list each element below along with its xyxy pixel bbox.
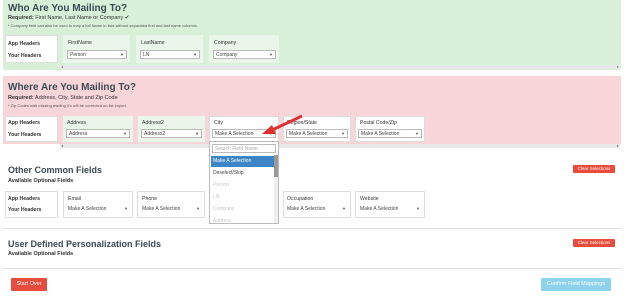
your-header-select-lastname[interactable]: LN ▼	[140, 50, 200, 59]
caret-down-icon: ▼	[415, 131, 419, 136]
other-fields-title: Other Common Fields	[8, 165, 103, 175]
scroll-right-icon[interactable]: ▸	[617, 64, 619, 69]
select-value: Make A Selection	[68, 206, 107, 212]
dropdown-scroll-thumb[interactable]	[274, 155, 278, 177]
row-label-your-headers: Your Headers	[8, 53, 42, 59]
app-header-city: City	[214, 120, 223, 126]
row-label-app-headers: App Headers	[8, 196, 40, 202]
arrow-shaft	[269, 114, 303, 133]
app-header-phone: Phone	[142, 196, 158, 202]
arrow-head	[262, 125, 276, 134]
app-header-website: Website	[360, 196, 379, 202]
caret-down-icon: ▼	[124, 206, 128, 211]
dropdown-option[interactable]: Address	[211, 216, 231, 223]
your-header-select-phone[interactable]: Make A Selection ▼	[140, 205, 202, 214]
select-value: Make A Selection	[142, 206, 181, 212]
required-label: Required:	[8, 95, 34, 101]
required-label: Required:	[8, 15, 34, 21]
address-scrollbar[interactable]: ◂ ▸	[60, 143, 620, 148]
select-value: Address2	[144, 131, 166, 137]
city-dropdown-menu: Search Field Name Make A Selection Desel…	[209, 141, 279, 224]
user-fields-subtitle: Available Optional Fields	[8, 251, 74, 257]
row-label-app-headers: App Headers	[8, 41, 40, 47]
select-value: Address	[69, 131, 88, 137]
start-over-button[interactable]: Start Over	[11, 278, 47, 291]
caret-down-icon: ▼	[123, 131, 127, 136]
mailing-to-title: Who Are You Mailing To?	[8, 3, 128, 14]
app-header-firstname: FirstName	[68, 40, 92, 46]
your-header-select-company[interactable]: Company ▼	[213, 50, 276, 59]
app-header-email: Email	[68, 196, 81, 202]
select-value: LN	[143, 52, 150, 58]
caret-down-icon: ▼	[342, 206, 346, 211]
caret-down-icon: ▼	[416, 206, 420, 211]
app-header-occupation: Occupation	[287, 196, 314, 202]
app-header-lastname: LastName	[141, 40, 165, 46]
your-header-select-address[interactable]: Address ▼	[66, 129, 130, 138]
your-header-select-occupation[interactable]: Make A Selection ▼	[285, 205, 348, 214]
dropdown-scrollbar[interactable]	[274, 155, 278, 223]
your-header-select-firstname[interactable]: Person ▼	[67, 50, 127, 59]
dropdown-option[interactable]: Company	[211, 204, 234, 215]
app-header-address: Address	[67, 120, 87, 126]
app-header-company: Company	[214, 40, 237, 46]
confirm-field-mappings-button[interactable]: Confirm Field Mappings	[541, 278, 611, 291]
caret-down-icon: ▼	[120, 52, 124, 57]
caret-down-icon: ▼	[193, 52, 197, 57]
footer-divider	[3, 268, 621, 269]
select-value: Make A Selection	[215, 131, 254, 137]
address-required: Required: Address, City, State and Zip C…	[8, 95, 118, 101]
select-value: Person	[70, 52, 86, 58]
select-value: Make A Selection	[287, 206, 326, 212]
required-text: First Name, Last Name or Company	[35, 15, 124, 21]
your-header-select-website[interactable]: Make A Selection ▼	[358, 205, 422, 214]
clear-selections-button[interactable]: Clear Selections	[573, 239, 615, 247]
your-header-select-email[interactable]: Make A Selection ▼	[66, 205, 130, 214]
your-header-select-address2[interactable]: Address2 ▼	[141, 129, 202, 138]
row-label-your-headers: Your Headers	[8, 132, 42, 138]
your-header-select-postal-code[interactable]: Make A Selection ▼	[358, 129, 422, 138]
row-label-your-headers: Your Headers	[8, 207, 42, 213]
dropdown-search-input[interactable]: Search Field Name	[212, 144, 276, 153]
dropdown-option[interactable]: Person	[211, 180, 229, 191]
address-title: Where Are You Mailing To?	[8, 82, 136, 93]
required-text: Address, City, State and Zip Code	[34, 95, 118, 101]
select-value: Company	[216, 52, 238, 58]
select-value: Make A Selection	[361, 131, 400, 137]
address-note: * Zip Codes with missing leading 0's wil…	[8, 103, 127, 108]
caret-down-icon: ▼	[269, 52, 273, 57]
caret-down-icon: ▼	[195, 131, 199, 136]
other-fields-subtitle: Available Optional Fields	[8, 178, 74, 184]
row-label-app-headers: App Headers	[8, 120, 40, 126]
mailing-to-required: Required: First Name, Last Name or Compa…	[8, 15, 129, 21]
user-fields-title: User Defined Personalization Fields	[8, 239, 162, 249]
dropdown-option[interactable]: Make A Selection	[211, 156, 275, 167]
scroll-right-icon[interactable]: ▸	[617, 143, 619, 148]
select-value: Make A Selection	[360, 206, 399, 212]
section-divider	[3, 228, 621, 229]
clear-selections-button[interactable]: Clear Selections	[573, 165, 615, 173]
caret-down-icon: ▼	[196, 206, 200, 211]
mailing-to-scrollbar[interactable]: ◂ ▸	[60, 64, 620, 69]
app-header-address2: Address2	[142, 120, 164, 126]
app-header-postal-code: Postal Code/Zip	[360, 120, 397, 126]
red-arrow-annotation	[262, 114, 303, 134]
caret-down-icon: ▼	[341, 131, 345, 136]
scroll-left-icon[interactable]: ◂	[61, 64, 63, 69]
dropdown-option[interactable]: LN	[211, 192, 219, 203]
check-icon: ✔	[124, 15, 130, 21]
scroll-left-icon[interactable]: ◂	[61, 143, 63, 148]
dropdown-option[interactable]: Deselect/Skip	[211, 168, 244, 179]
mailing-to-note: * Company field can also be used to map …	[8, 23, 199, 28]
